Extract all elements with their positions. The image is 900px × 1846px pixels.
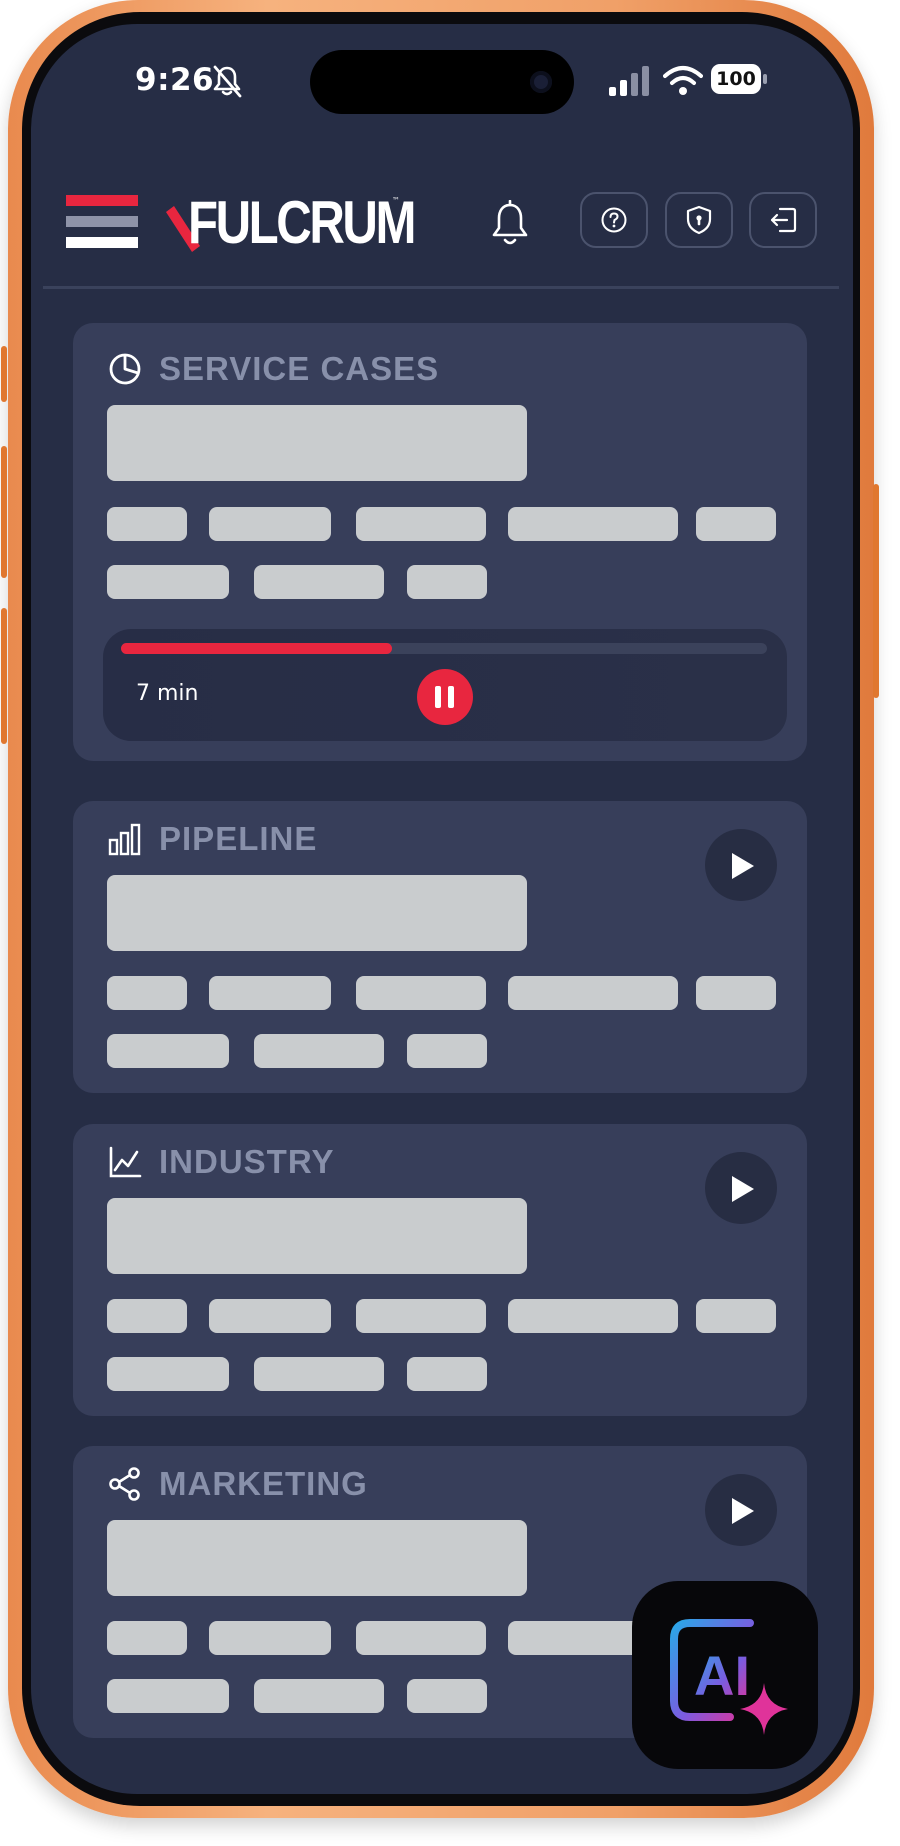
skeleton-headline	[107, 875, 527, 951]
progress-fill	[121, 643, 393, 654]
signal-icon	[609, 66, 649, 96]
card-service-cases[interactable]: SERVICE CASES 7 min	[73, 323, 807, 761]
card-title: MARKETING	[159, 1465, 368, 1502]
logo-text: FULCRUM	[188, 189, 416, 256]
skeleton-word	[209, 1621, 331, 1655]
skeleton-word	[508, 1299, 678, 1333]
card-header: PIPELINE	[107, 819, 317, 859]
skeleton-word	[508, 507, 678, 541]
question-icon	[601, 207, 627, 233]
skeleton-word	[407, 1034, 487, 1068]
skeleton-word	[356, 976, 486, 1010]
skeleton-word	[508, 976, 678, 1010]
card-title: SERVICE CASES	[159, 350, 440, 387]
skeleton-headline	[107, 1520, 527, 1596]
play-icon	[732, 1498, 754, 1524]
logout-button[interactable]	[749, 192, 817, 248]
skeleton-word	[254, 1034, 384, 1068]
skeleton-word	[107, 565, 229, 599]
skeleton-word	[407, 565, 487, 599]
card-header: MARKETING	[107, 1464, 368, 1504]
play-icon	[732, 1176, 754, 1202]
help-button[interactable]	[580, 192, 648, 248]
battery-indicator: 100	[711, 64, 767, 94]
skeleton-headline	[107, 1198, 527, 1274]
skeleton-word	[107, 1621, 187, 1655]
pause-button[interactable]	[417, 669, 473, 725]
side-button-power	[873, 484, 879, 698]
pie-chart-icon	[109, 353, 141, 385]
menu-button[interactable]	[66, 195, 138, 249]
share-icon	[109, 1467, 140, 1501]
skeleton-word	[107, 976, 187, 1010]
skeleton-word	[356, 1299, 486, 1333]
play-button[interactable]	[705, 1474, 777, 1546]
card-title: INDUSTRY	[159, 1143, 335, 1180]
skeleton-word	[696, 976, 776, 1010]
skeleton-word	[696, 507, 776, 541]
side-button-volume-down	[1, 608, 7, 744]
card-pipeline[interactable]: PIPELINE	[73, 801, 807, 1093]
skeleton-word	[209, 1299, 331, 1333]
card-header: INDUSTRY	[107, 1142, 334, 1182]
skeleton-word	[254, 565, 384, 599]
shield-icon	[686, 205, 712, 235]
status-time: 9:26	[135, 62, 215, 98]
battery-tip	[763, 74, 767, 84]
side-button-volume-up	[1, 446, 7, 578]
skeleton-word	[107, 1679, 229, 1713]
skeleton-word	[356, 1621, 486, 1655]
line-chart-icon	[109, 1146, 142, 1178]
card-industry[interactable]: INDUSTRY	[73, 1124, 807, 1416]
skeleton-word	[254, 1679, 384, 1713]
skeleton-word	[356, 507, 486, 541]
ai-sparkle-icon: AI	[670, 1619, 788, 1735]
header-divider	[43, 286, 839, 289]
battery-level: 100	[711, 64, 761, 94]
skeleton-word	[696, 1299, 776, 1333]
logo-trademark: ™	[392, 196, 400, 205]
notifications-bell-icon[interactable]	[489, 200, 531, 248]
ai-assistant-button[interactable]: AI	[632, 1581, 818, 1769]
skeleton-word	[107, 1299, 187, 1333]
dynamic-island	[310, 50, 574, 114]
bar-chart-icon	[108, 823, 141, 856]
play-icon	[732, 853, 754, 879]
skeleton-word	[209, 976, 331, 1010]
skeleton-word	[407, 1679, 487, 1713]
play-button[interactable]	[705, 1152, 777, 1224]
camera-icon	[530, 71, 552, 93]
fulcrum-logo: FULCRUM ™	[166, 189, 416, 256]
skeleton-word	[107, 1357, 229, 1391]
pause-icon-bar-left	[435, 686, 441, 708]
elapsed-time: 7 min	[136, 681, 199, 706]
menu-bar-top	[66, 195, 138, 206]
card-header: SERVICE CASES	[107, 349, 439, 389]
skeleton-word	[407, 1357, 487, 1391]
skeleton-word	[209, 507, 331, 541]
skeleton-word	[107, 1034, 229, 1068]
bell-muted-icon	[213, 65, 242, 98]
menu-bar-middle	[66, 216, 138, 227]
side-button-action	[1, 346, 7, 402]
play-button[interactable]	[705, 829, 777, 901]
wifi-icon	[663, 66, 703, 95]
menu-bar-bottom	[66, 237, 138, 248]
audio-player: 7 min	[103, 629, 787, 741]
ai-label: AI	[694, 1644, 750, 1707]
app-screen: 9:26 100 FULCRUM ™ SERVICE CASES 7 min P…	[31, 24, 853, 1794]
skeleton-headline	[107, 405, 527, 481]
skeleton-word	[107, 507, 187, 541]
card-title: PIPELINE	[159, 820, 318, 857]
progress-track[interactable]	[121, 643, 767, 654]
privacy-button[interactable]	[665, 192, 733, 248]
logout-icon	[770, 207, 797, 233]
pause-icon-bar-right	[448, 686, 454, 708]
skeleton-word	[254, 1357, 384, 1391]
